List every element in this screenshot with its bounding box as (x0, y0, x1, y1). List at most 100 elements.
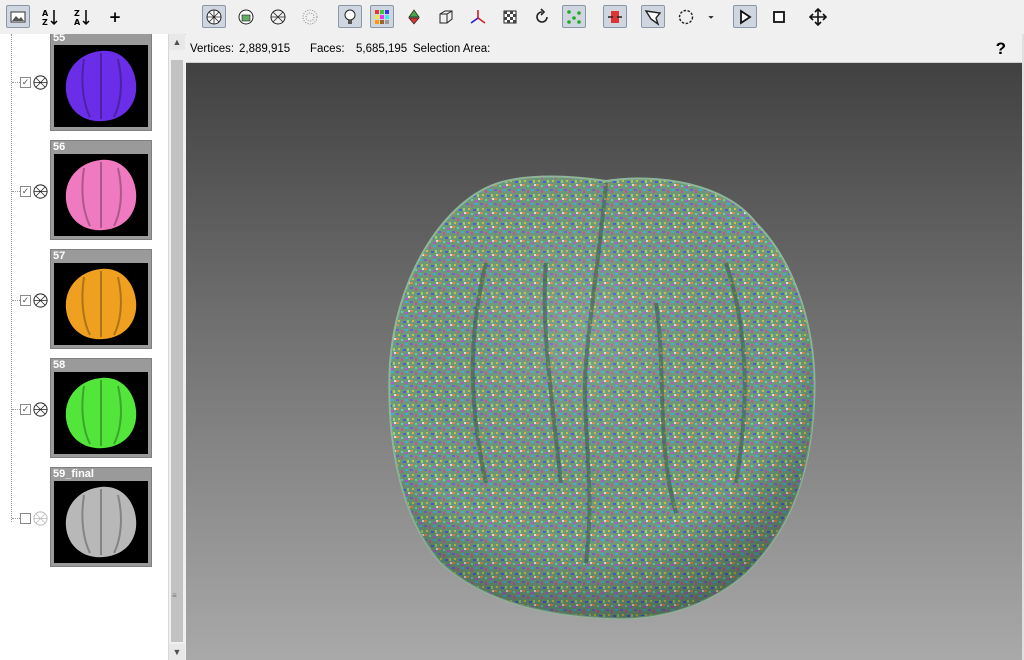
tree-branch (12, 518, 20, 519)
circle-select-button[interactable] (674, 5, 698, 28)
points-view-button[interactable] (298, 5, 322, 28)
select-mode-dropdown[interactable] (703, 5, 719, 28)
tree-branch (12, 409, 20, 410)
layer-preview-image (54, 372, 148, 454)
layer-item[interactable]: ✓ 58 (0, 358, 168, 462)
dropdown-arrow-icon (708, 15, 714, 19)
tree-branch (12, 191, 20, 192)
checker-button[interactable] (498, 5, 522, 28)
layer-checkbox[interactable]: ✓ (20, 404, 31, 415)
layer-panel: ✓ 55 ✓ 56 ✓ 57 ✓ 58 59_final (0, 34, 168, 660)
stop-icon (773, 10, 785, 23)
faces-label: Faces: (310, 43, 345, 55)
layer-visibility-icon[interactable] (32, 183, 49, 200)
layer-thumbnail[interactable]: 56 (50, 140, 152, 240)
layer-name: 55 (53, 34, 66, 44)
layer-checkbox[interactable]: ✓ (20, 77, 31, 88)
texture-icon (238, 9, 254, 24)
svg-text:Z: Z (74, 9, 80, 18)
light-button[interactable] (338, 5, 362, 28)
stop-button[interactable] (767, 5, 791, 28)
layer-name: 57 (53, 250, 66, 262)
color-grid-button[interactable] (370, 5, 394, 28)
layer-visibility-icon[interactable] (32, 510, 49, 527)
axes-button[interactable] (466, 5, 490, 28)
layer-name: 59_final (53, 468, 94, 480)
layer-item[interactable]: 59_final (0, 467, 168, 571)
color-grid-icon (375, 9, 389, 24)
main-toolbar: AZ ZA + (0, 0, 1024, 35)
lasso-icon (644, 9, 662, 26)
bounding-box-button[interactable] (434, 5, 458, 28)
split-button[interactable] (603, 5, 627, 28)
render-canvas[interactable] (186, 63, 1022, 660)
layer-thumbnail[interactable]: 55 (50, 34, 152, 131)
lightbulb-icon (344, 9, 356, 24)
layer-checkbox[interactable] (20, 513, 31, 524)
tree-branch (12, 300, 20, 301)
image-view-button[interactable] (6, 5, 30, 28)
recycle-button[interactable] (402, 5, 426, 28)
layer-name: 58 (53, 359, 66, 371)
sort-descending-button[interactable]: ZA (70, 5, 94, 28)
layer-item[interactable]: ✓ 55 (0, 34, 168, 135)
3d-viewport: Vertices: 2,889,915 Faces: 5,685,195 Sel… (186, 34, 1022, 660)
help-icon[interactable]: ? (996, 39, 1006, 59)
mesh-info-bar: Vertices: 2,889,915 Faces: 5,685,195 Sel… (186, 34, 1022, 63)
circle-dashed-icon (678, 9, 694, 24)
vertices-button[interactable] (562, 5, 586, 28)
layer-preview-image (54, 45, 148, 127)
wireframe-icon (270, 9, 286, 24)
layer-thumbnail[interactable]: 57 (50, 249, 152, 349)
svg-text:A: A (42, 9, 49, 18)
checker-icon (503, 10, 517, 23)
points-icon (302, 9, 318, 24)
layer-visibility-icon[interactable] (32, 292, 49, 309)
svg-text:A: A (74, 18, 81, 26)
layer-panel-scrollbar[interactable]: ▲ ≡ ▼ (168, 34, 185, 660)
layer-visibility-icon[interactable] (32, 401, 49, 418)
layer-name: 56 (53, 141, 66, 153)
layer-preview-image (54, 263, 148, 345)
svg-text:Z: Z (42, 18, 48, 26)
sort-ascending-button[interactable]: AZ (38, 5, 62, 28)
mesh-render (388, 175, 816, 620)
play-button[interactable] (733, 5, 757, 28)
mesh-view-button[interactable] (202, 5, 226, 28)
rotate-icon (536, 7, 548, 23)
scroll-up-arrow-icon[interactable]: ▲ (169, 34, 185, 50)
move-button[interactable] (806, 5, 830, 28)
faces-value: 5,685,195 (356, 43, 408, 55)
cube-icon (439, 10, 453, 23)
add-layer-button[interactable]: + (103, 5, 127, 28)
scroll-thumb[interactable] (171, 60, 183, 642)
selection-area-label: Selection Area: (413, 43, 491, 55)
move-icon (809, 7, 827, 26)
layer-thumbnail[interactable]: 59_final (50, 467, 152, 567)
rotate-button[interactable] (530, 5, 554, 28)
texture-view-button[interactable] (234, 5, 258, 28)
axes-icon (470, 9, 486, 24)
sort-za-icon: ZA (74, 9, 90, 26)
split-icon (608, 10, 622, 23)
lasso-select-button[interactable] (641, 5, 665, 28)
layer-preview-image (54, 481, 148, 563)
layer-checkbox[interactable]: ✓ (20, 186, 31, 197)
layer-preview-image (54, 154, 148, 236)
scroll-down-arrow-icon[interactable]: ▼ (169, 644, 185, 660)
layer-checkbox[interactable]: ✓ (20, 295, 31, 306)
layer-visibility-icon[interactable] (32, 74, 49, 91)
vertices-value: 2,889,915 (239, 43, 291, 55)
vertices-icon (567, 9, 581, 24)
vertices-label: Vertices: (190, 43, 235, 55)
scroll-grip-icon: ≡ (172, 591, 177, 600)
recycle-icon (408, 8, 420, 25)
layer-thumbnail[interactable]: 58 (50, 358, 152, 458)
wireframe-view-button[interactable] (266, 5, 290, 28)
tree-branch (12, 82, 20, 83)
play-icon (740, 8, 752, 25)
layer-item[interactable]: ✓ 57 (0, 249, 168, 353)
plus-icon: + (108, 7, 122, 26)
sort-az-icon: AZ (42, 9, 58, 26)
layer-item[interactable]: ✓ 56 (0, 140, 168, 244)
